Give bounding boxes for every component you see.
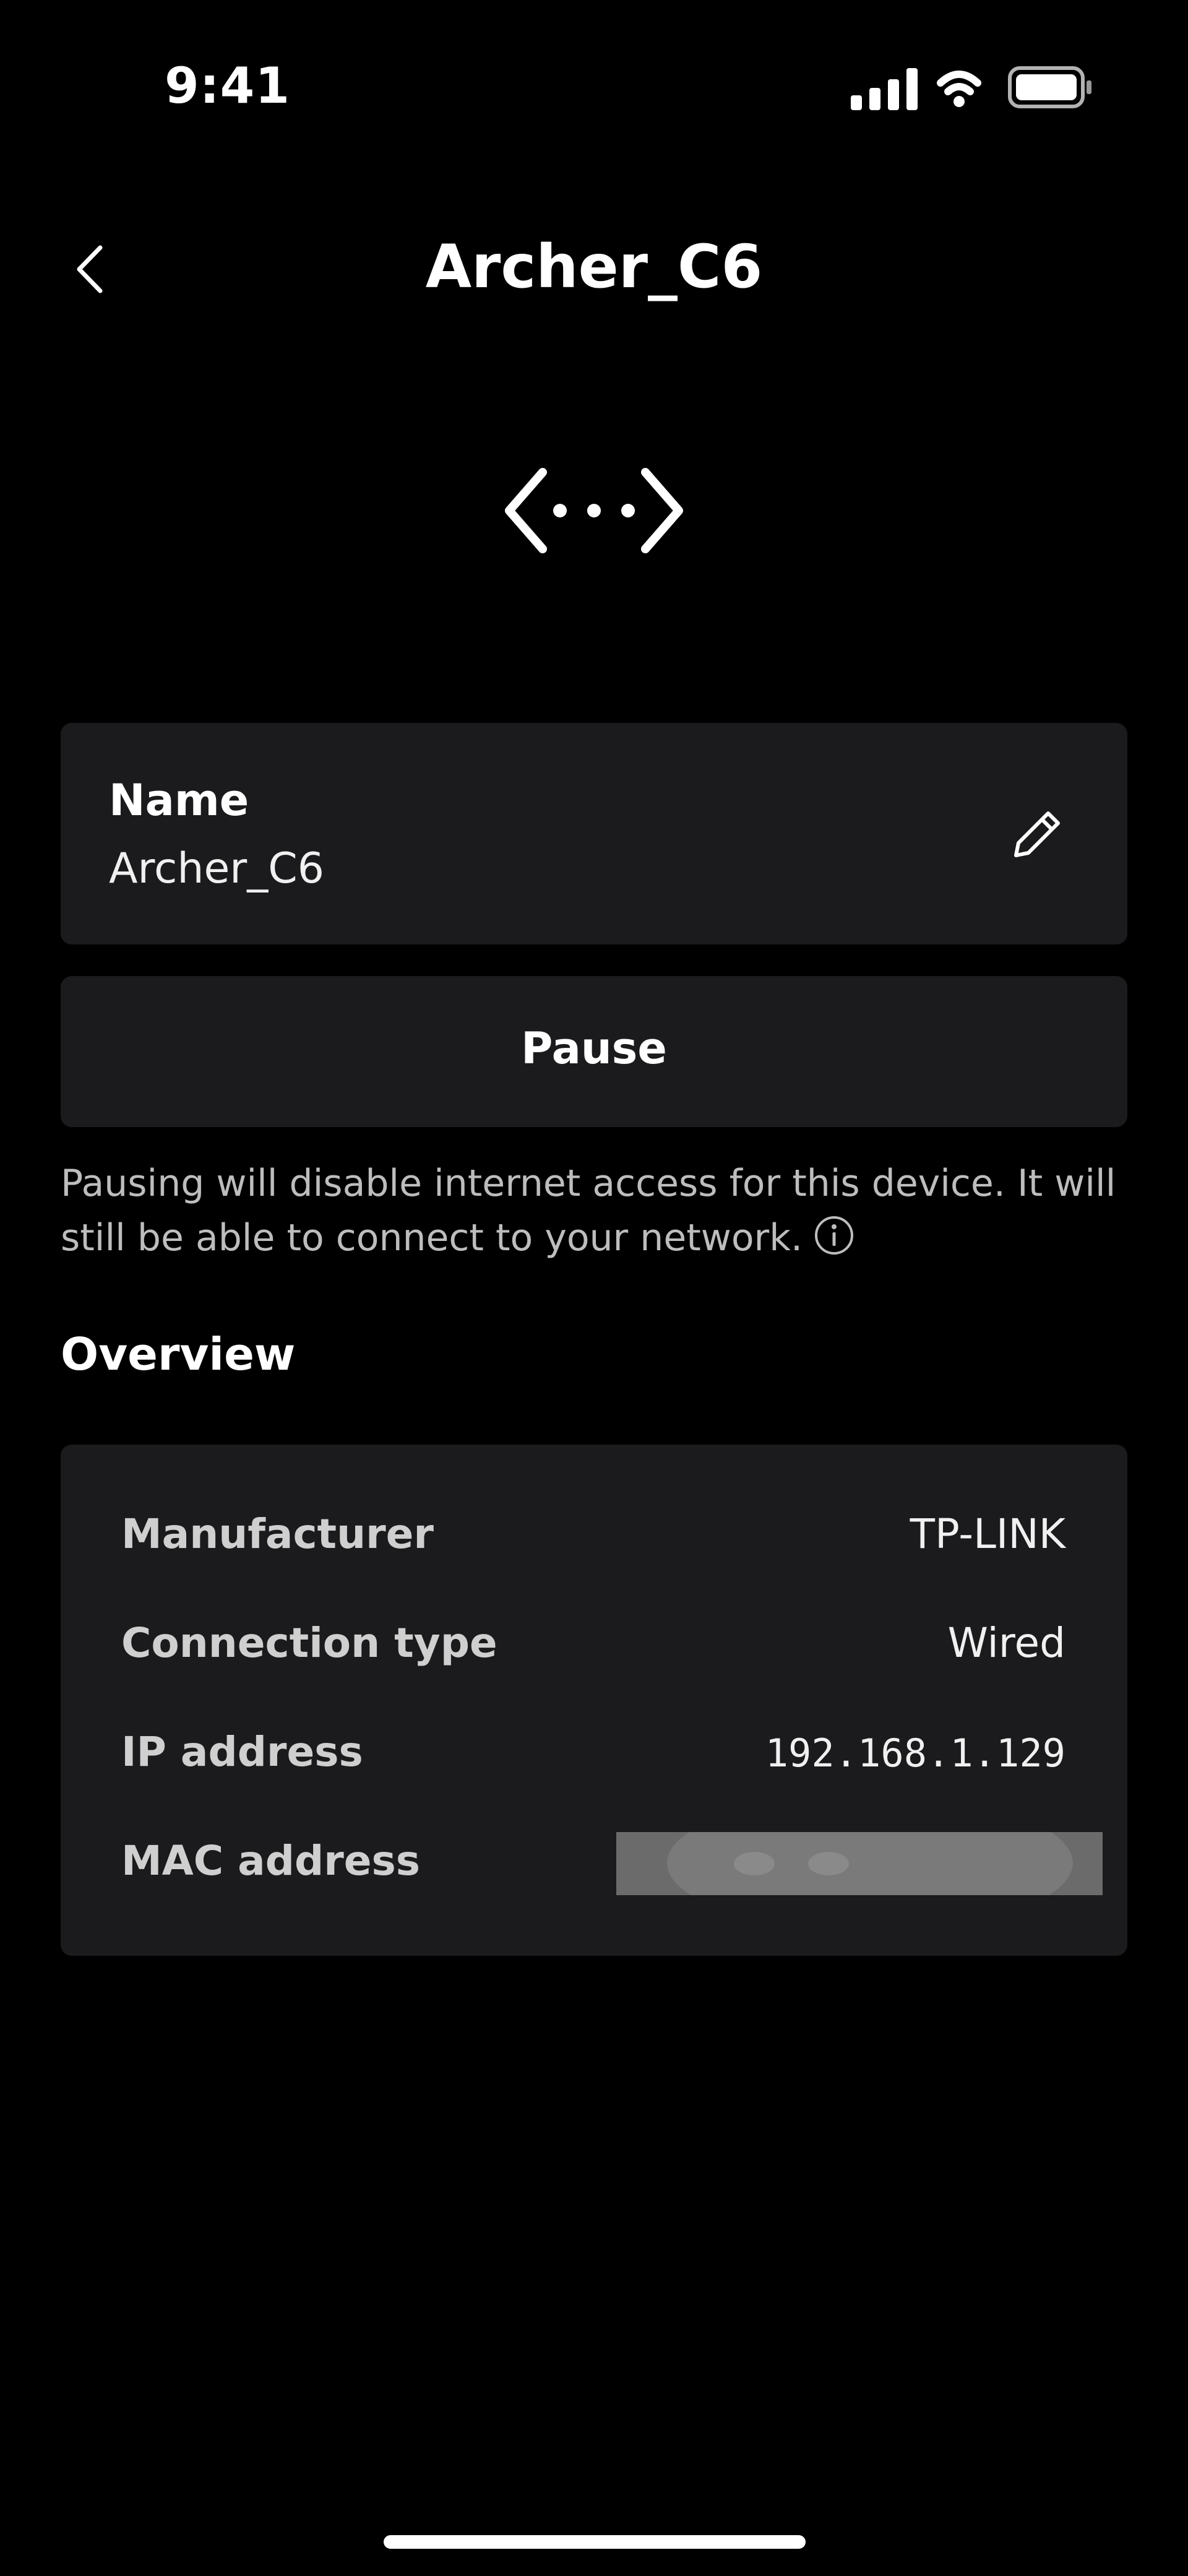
pencil-icon [1014,811,1060,857]
cellular-signal-icon [851,66,1091,110]
name-label: Name [109,775,249,826]
manufacturer-value: TP-LINK [910,1510,1065,1558]
pause-label: Pause [521,1023,667,1074]
name-card [61,723,1127,944]
edit-name-button[interactable] [1007,805,1067,864]
status-icons [848,64,1095,111]
manufacturer-label: Manufacturer [121,1510,434,1558]
ip-address-value: 192.168.1.129 [765,1731,1065,1776]
mac-address-label: MAC address [121,1837,421,1885]
name-value: Archer_C6 [109,844,325,893]
overview-title: Overview [61,1328,296,1380]
battery-icon [1008,66,1091,108]
pause-description: Pausing will disable internet access for… [61,1162,1116,1260]
code-brackets-icon [504,467,684,554]
status-time: 9:41 [165,57,290,115]
connection-type-label: Connection type [121,1619,497,1667]
ip-address-label: IP address [121,1728,363,1776]
home-indicator[interactable] [384,2535,806,2549]
connection-type-value: Wired [947,1619,1065,1667]
mac-address-redacted [616,1832,1103,1895]
wifi-icon [937,71,981,107]
info-icon[interactable] [814,1215,854,1256]
page-title: Archer_C6 [425,232,763,301]
